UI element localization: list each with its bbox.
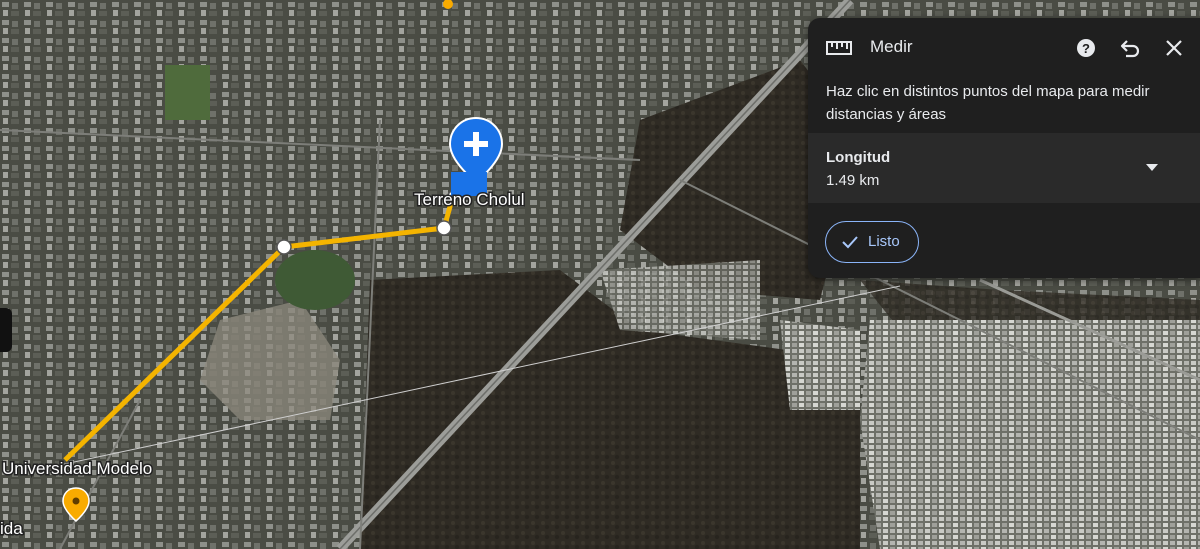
distance-value: 1.49 km (826, 172, 880, 189)
place-label-universidad[interactable]: Universidad Modelo (1, 458, 154, 480)
measure-title: Medir (870, 37, 913, 56)
park-area (165, 65, 210, 120)
check-icon (842, 236, 858, 249)
dropdown-arrow-icon[interactable] (1138, 155, 1166, 179)
measure-point (436, 220, 452, 236)
residential-area (780, 320, 860, 410)
done-label: Listo (868, 233, 900, 250)
length-section[interactable]: Longitud 1.49 km (808, 133, 1200, 203)
measure-panel-header: Medir ? (808, 18, 1200, 78)
place-label-partial[interactable]: ida (0, 518, 25, 540)
park-area (275, 250, 355, 310)
residential-area (600, 260, 760, 340)
measure-description: Haz clic en distintos puntos del mapa pa… (826, 83, 1150, 123)
close-icon[interactable] (1162, 36, 1186, 60)
help-icon[interactable]: ? (1074, 36, 1098, 60)
measure-point (276, 239, 292, 255)
undo-icon[interactable] (1118, 36, 1142, 60)
done-button[interactable]: Listo (825, 221, 919, 263)
length-label: Longitud (826, 149, 891, 166)
measure-panel: Medir ? Haz clic en distintos puntos del… (808, 18, 1200, 278)
side-panel-handle[interactable] (0, 308, 12, 352)
ruler-icon (826, 41, 852, 55)
svg-text:?: ? (1082, 41, 1090, 56)
place-label-terreno[interactable]: Terreno Cholul (413, 189, 527, 211)
